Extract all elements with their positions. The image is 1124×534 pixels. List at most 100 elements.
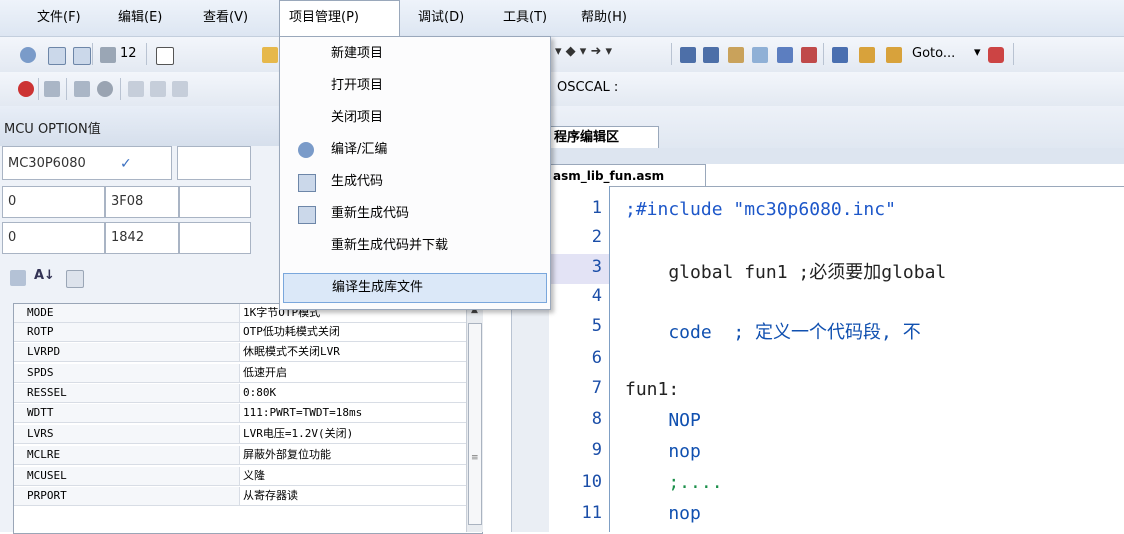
- menu-debug[interactable]: 调试(D): [409, 0, 473, 36]
- chip-select[interactable]: MC30P6080 ✓: [2, 146, 172, 180]
- menu-project[interactable]: 项目管理(P): [279, 0, 400, 36]
- step-out-icon[interactable]: [172, 81, 188, 97]
- tab-file[interactable]: asm_lib_fun.asm: [549, 164, 706, 186]
- menu-item-regenerate-code[interactable]: 重新生成代码: [280, 199, 548, 229]
- line-number: 3: [591, 257, 602, 277]
- table-row[interactable]: MCLRE 屏蔽外部复位功能: [14, 446, 482, 465]
- code-line[interactable]: NOP: [625, 410, 701, 431]
- option-value-b1[interactable]: 3F08: [105, 186, 179, 218]
- option-value-a1[interactable]: 0: [2, 186, 105, 218]
- step-into-icon[interactable]: [128, 81, 144, 97]
- property-grid-scrollbar[interactable]: ▲ ≡: [466, 303, 483, 532]
- bookmark-clear-icon[interactable]: [752, 47, 768, 63]
- new-file-icon[interactable]: [156, 47, 174, 65]
- bookmark-toggle-icon[interactable]: [728, 47, 744, 63]
- clear-bookmarks-icon[interactable]: [988, 47, 1004, 63]
- line-number: 10: [581, 472, 602, 492]
- compile-icon[interactable]: [20, 47, 36, 63]
- table-row[interactable]: SPDS 低速开启: [14, 364, 482, 383]
- line-number: 5: [591, 316, 602, 336]
- table-row[interactable]: WDTT 111:PWRT=TWDT=18ms: [14, 404, 482, 423]
- compile-icon: [298, 142, 314, 158]
- bookmark-next-icon[interactable]: [859, 47, 875, 63]
- line-number: 2: [591, 227, 602, 247]
- menu-file[interactable]: 文件(F): [28, 0, 90, 36]
- menu-tools[interactable]: 工具(T): [494, 0, 556, 36]
- property-pages-icon[interactable]: [66, 270, 84, 288]
- line-number: 4: [591, 286, 602, 306]
- debug-icon[interactable]: [18, 81, 34, 97]
- bookmark-all-icon[interactable]: [886, 47, 902, 63]
- code-line[interactable]: ;....: [625, 472, 722, 493]
- regenerate-code-icon: [298, 206, 316, 224]
- view-icon[interactable]: [74, 81, 90, 97]
- bookmark-prev-icon[interactable]: [832, 47, 848, 63]
- separator: [823, 43, 824, 65]
- reset-icon[interactable]: [44, 81, 60, 97]
- table-row[interactable]: LVRS LVR电压=1.2V(关闭): [14, 425, 482, 444]
- regenerate-code-icon[interactable]: [73, 47, 91, 65]
- chevron-down-icon[interactable]: ▾: [974, 45, 981, 60]
- mcu-option-title: MCU OPTION值: [4, 122, 101, 137]
- table-row[interactable]: PRPORT 从寄存器读: [14, 487, 482, 506]
- separator: [92, 43, 93, 65]
- option-value-c2[interactable]: [179, 222, 251, 254]
- toolbar-number: 12: [120, 46, 137, 61]
- code-line[interactable]: nop: [625, 503, 701, 524]
- menu-item-generate-code[interactable]: 生成代码: [280, 167, 548, 197]
- sort-az-icon[interactable]: A↓: [34, 268, 55, 283]
- line-number: 1: [591, 198, 602, 218]
- nav-back-icon[interactable]: ▾ ◆ ▾ ➜ ▾: [555, 44, 612, 59]
- menu-help[interactable]: 帮助(H): [572, 0, 636, 36]
- categorized-icon[interactable]: [10, 270, 26, 286]
- separator: [120, 78, 121, 100]
- tab-program-editor[interactable]: 程序编辑区: [549, 126, 659, 148]
- code-line[interactable]: code ; 定义一个代码段, 不: [625, 318, 920, 344]
- menu-item-compile-library[interactable]: 编译生成库文件: [283, 273, 547, 303]
- indent-icon[interactable]: [680, 47, 696, 63]
- grip-icon: ≡: [471, 453, 479, 463]
- osccal-label: OSCCAL :: [557, 80, 619, 95]
- option-value-a2[interactable]: 0: [2, 222, 105, 254]
- separator: [146, 43, 147, 65]
- menu-edit[interactable]: 编辑(E): [109, 0, 171, 36]
- code-line[interactable]: ;#include "mc30p6080.inc": [625, 199, 896, 220]
- code-line[interactable]: fun1:: [625, 379, 679, 400]
- toolbar-main: 12 ▾ ◆ ▾ ➜ ▾ Goto... ▾: [0, 37, 1124, 73]
- tab-strip: [549, 148, 1124, 164]
- separator: [671, 43, 672, 65]
- code-line[interactable]: nop: [625, 441, 701, 462]
- line-number: 6: [591, 348, 602, 368]
- step-over-icon[interactable]: [150, 81, 166, 97]
- outdent-icon[interactable]: [703, 47, 719, 63]
- menu-item-open-project[interactable]: 打开项目: [280, 71, 548, 101]
- table-row[interactable]: ROTP OTP低功耗模式关闭: [14, 323, 482, 342]
- goto-button[interactable]: Goto...: [912, 46, 955, 61]
- comment-icon[interactable]: [777, 47, 793, 63]
- option-value-c1[interactable]: [179, 186, 251, 218]
- toolbar-debug: OSCCAL :: [0, 72, 1124, 107]
- menu-view[interactable]: 查看(V): [194, 0, 257, 36]
- separator: [38, 78, 39, 100]
- separator: [1013, 43, 1014, 65]
- line-number: 7: [591, 378, 602, 398]
- code-line[interactable]: global fun1 ;必须要加global: [625, 258, 946, 284]
- table-row[interactable]: LVRPD 休眠模式不关闭LVR: [14, 343, 482, 362]
- option-value-b2[interactable]: 1842: [105, 222, 179, 254]
- chip-option-box[interactable]: [177, 146, 251, 180]
- property-grid: MODE 1K字节OTP模式 ROTP OTP低功耗模式关闭 LVRPD 休眠模式不关…: [13, 303, 483, 534]
- scroll-thumb[interactable]: [468, 323, 482, 525]
- stop-icon[interactable]: [97, 81, 113, 97]
- abc-check-icon: ✓: [120, 156, 132, 172]
- table-row[interactable]: RESSEL 0:80K: [14, 384, 482, 403]
- menu-item-new-project[interactable]: 新建项目: [280, 39, 548, 69]
- menu-item-compile[interactable]: 编译/汇编: [280, 135, 548, 165]
- wand-icon[interactable]: [100, 47, 116, 63]
- open-folder-icon[interactable]: [262, 47, 278, 63]
- generate-code-icon[interactable]: [48, 47, 66, 65]
- uncomment-icon[interactable]: [801, 47, 817, 63]
- menu-item-regenerate-download[interactable]: 重新生成代码并下载: [280, 231, 548, 261]
- menu-item-close-project[interactable]: 关闭项目: [280, 103, 548, 133]
- table-row[interactable]: MCUSEL 义隆: [14, 467, 482, 486]
- line-number: 11: [581, 503, 602, 523]
